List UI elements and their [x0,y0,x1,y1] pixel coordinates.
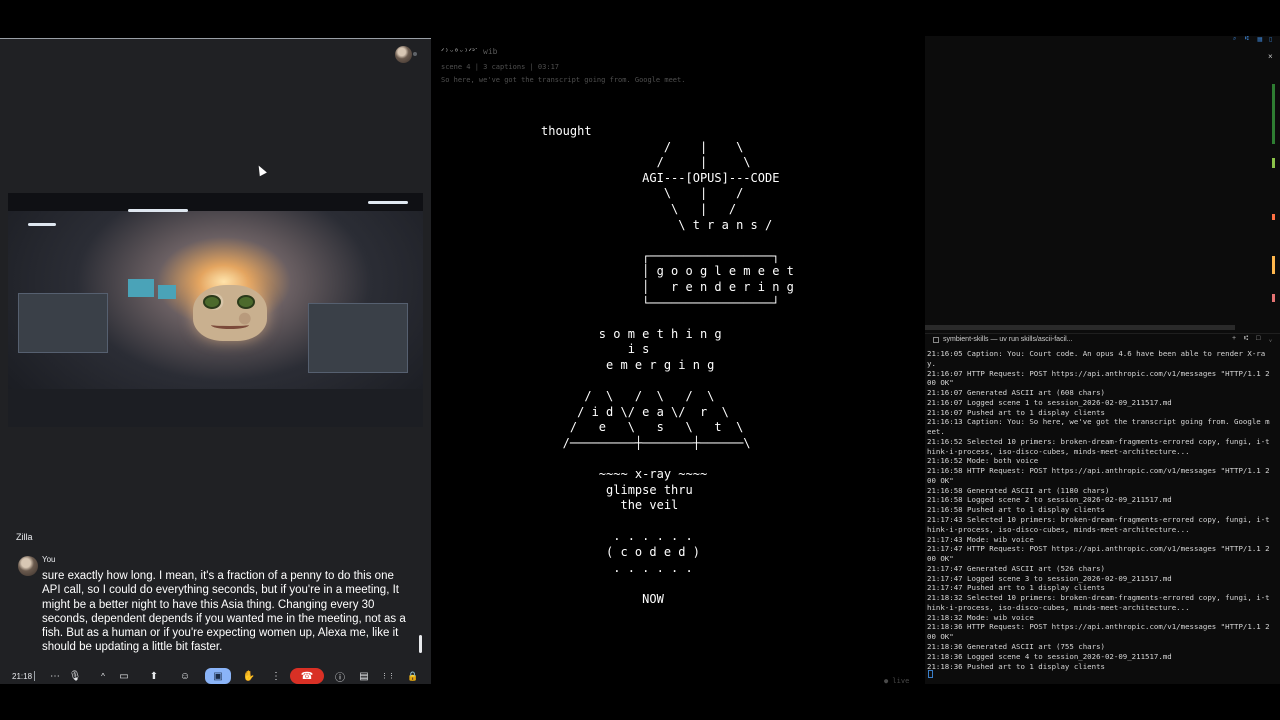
toolbar-divider [34,671,35,681]
speaker-label: Zilla [16,532,33,542]
terminal-log-line: 21:18:32 Selected 10 primers: broken-dre… [927,593,1270,612]
more-actions-icon[interactable]: ⋯ [46,668,64,684]
host-controls-lock-icon[interactable]: 🔒 [404,668,422,684]
terminal-log-line: 21:18:36 Generated ASCII art (755 chars) [927,641,1105,651]
layout-icon[interactable]: ▦ [1257,36,1263,43]
options-menu-icon[interactable]: ⋮ [267,668,285,684]
minimap-marker [1272,214,1275,220]
lab-screen [128,279,154,297]
meeting-clock: 21:18 [12,671,33,681]
ascii-display-panel: ᐟ⁾ᵕ⁰ᵕ⁾ᐟᐣᐝ wib scene 4 | 3 captions | 03:1… [432,38,924,685]
live-caption-text: sure exactly how long. I mean, it's a fr… [42,570,406,654]
lab-screen [158,285,176,299]
minimap-marker [1272,158,1275,168]
terminal-log-line: 21:16:58 HTTP Request: POST https://api.… [927,466,1270,485]
search-icon[interactable]: ⌕ [1233,36,1236,43]
frog-eye [237,295,255,309]
participant-video-tile[interactable] [8,193,423,427]
latest-transcript-line: So here, we've got the transcript going … [441,76,686,84]
share-screen-icon[interactable]: ⬆ [145,668,163,684]
terminal-log-line: 21:18:36 HTTP Request: POST https://api.… [927,622,1270,642]
chat-icon[interactable]: ▤ [355,668,373,684]
terminal-log-line: 21:17:47 Generated ASCII art (526 chars) [927,563,1105,573]
terminal-log-line: 21:16:52 Selected 10 primers: broken-dre… [927,436,1270,456]
terminal-log-line: 21:16:05 Caption: You: Court code. An op… [927,349,1266,368]
terminal-log-line: 21:18:36 Pushed art to 1 display clients [927,661,1105,671]
ceiling-light [368,201,408,204]
terminal-log-line: 21:16:58 Logged scene 2 to session_2026-… [927,495,1172,505]
chevron-up-icon[interactable]: ^ [94,668,112,684]
terminal-minimap[interactable] [1271,74,1277,314]
ceiling-beam [8,193,423,211]
meet-toolbar: 21:18 ⋯ 🎙 ^ ▭ ⬆ ☺ ▣ ✋ ⋮ ☎ ⓘ ▤ ⋮⋮ 🔒 [0,664,431,688]
terminal-output: 21:16:05 Caption: You: Court code. An op… [927,349,1273,671]
terminal-tab-bar: symbient-skills — uv run skills/ascii-fa… [925,333,1280,347]
end-call-button[interactable]: ☎ [290,668,324,684]
caption-speaker-name: You [42,555,56,564]
terminal-cursor[interactable] [928,670,933,678]
terminal-log-line: 21:17:47 HTTP Request: POST https://api.… [927,544,1270,564]
lab-floor [8,389,423,427]
viewer-title-glyphs: ᐟ⁾ᵕ⁰ᵕ⁾ᐟᐣᐝ [441,47,478,56]
terminal-log-line: 21:16:13 Caption: You: So here, we've go… [927,417,1270,437]
caption-avatar [18,556,38,576]
close-icon[interactable]: × [1268,52,1273,61]
caption-scrollbar[interactable] [419,635,422,653]
scene-meta: scene 4 | 3 captions | 03:17 [441,63,560,71]
captions-toggle-button[interactable]: ▣ [205,668,231,684]
terminal-log-line: 21:17:47 Logged scene 3 to session_2026-… [927,573,1172,583]
ceiling-light [28,223,56,226]
terminal-log-line: 21:16:58 Generated ASCII art (1180 chars… [927,485,1110,495]
terminal-panel: ⌕ ⑆ ▦ ▯ × symbient-skills — uv run skill… [925,36,1280,684]
terminal-log-line: 21:16:07 Generated ASCII art (608 chars) [927,388,1105,398]
terminal-tab-actions[interactable]: + ⑆ □ ⌄ [1232,335,1276,342]
camera-icon[interactable]: ▭ [115,668,133,684]
minimap-marker [1272,84,1275,144]
terminal-log-line: 21:16:58 Pushed art to 1 display clients [927,505,1105,515]
terminal-log-line: 21:16:52 Mode: both voice [927,456,1039,466]
panel-icon[interactable]: ▯ [1269,36,1272,43]
more-dot-icon [413,52,417,56]
microphone-icon[interactable]: 🎙 [66,668,84,684]
lab-console [308,303,408,373]
terminal-log-line: 21:17:47 Pushed art to 1 display clients [927,583,1105,593]
emoji-reaction-icon[interactable]: ☺ [176,668,194,684]
ceiling-light [128,209,188,212]
terminal-log-line: 21:16:07 HTTP Request: POST https://api.… [927,368,1270,388]
viewer-mode: wib [483,47,498,56]
terminal-horizontal-scrollbar[interactable] [925,325,1235,330]
mouse-cursor-icon [255,163,267,177]
frog-eye [203,295,221,309]
ascii-art-render: thought / | \ / | \ AGI---[OPUS]---CODE … [541,124,794,606]
frog-avatar [193,285,267,341]
terminal-log-line: 21:17:43 Mode: wib voice [927,534,1034,544]
viewer-title: ᐟ⁾ᵕ⁰ᵕ⁾ᐟᐣᐝ wib [441,47,498,56]
minimap-marker [1272,294,1275,302]
self-view-avatar[interactable] [395,46,412,63]
terminal-log-line: 21:18:32 Mode: wib voice [927,612,1034,622]
terminal-log-line: 21:18:36 Logged scene 4 to session_2026-… [927,651,1172,661]
terminal-log-line: 21:16:07 Logged scene 1 to session_2026-… [927,397,1172,407]
terminal-log-line: 21:17:43 Selected 10 primers: broken-dre… [927,515,1270,534]
terminal-log-line: 21:16:07 Pushed art to 1 display clients [927,407,1105,417]
split-icon[interactable]: ⑆ [1245,36,1249,42]
lab-console [18,293,108,353]
minimap-marker [1272,256,1275,274]
meeting-info-icon[interactable]: ⓘ [331,668,349,684]
terminal-icon [933,337,939,343]
apps-grid-icon[interactable]: ⋮⋮ [379,668,397,684]
terminal-tab[interactable]: symbient-skills — uv run skills/ascii-fa… [943,336,1073,343]
frog-mouth [211,321,249,329]
live-indicator: ● live [884,677,910,685]
raise-hand-icon[interactable]: ✋ [240,668,258,684]
google-meet-panel: Zilla You sure exactly how long. I mean,… [0,38,431,684]
terminal-top-bar: ⌕ ⑆ ▦ ▯ [925,36,1280,44]
